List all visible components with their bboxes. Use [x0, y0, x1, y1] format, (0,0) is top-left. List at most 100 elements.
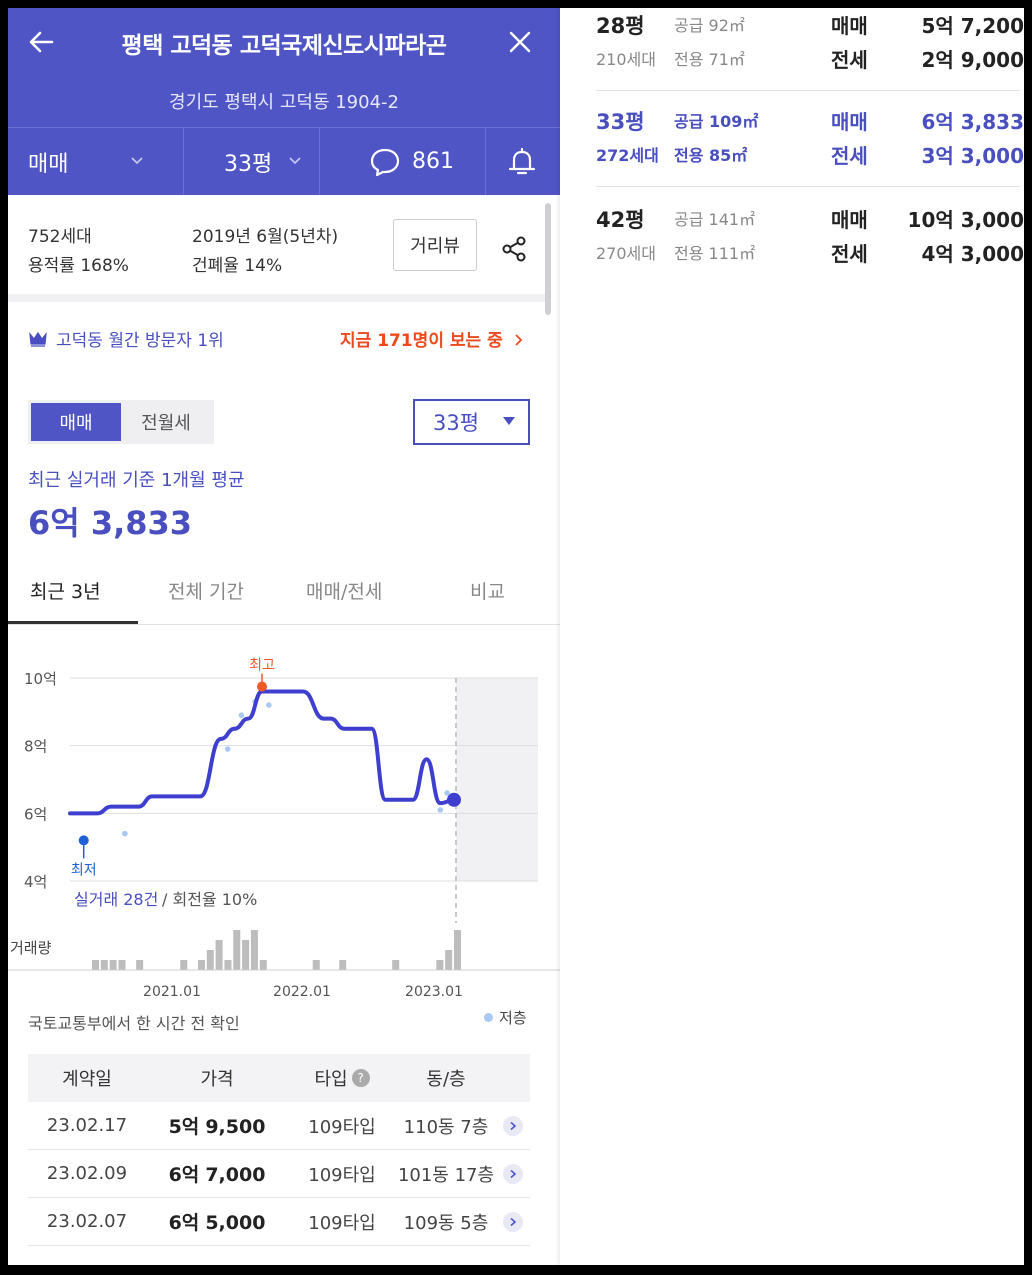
chevron-right-icon — [515, 334, 522, 346]
trade-point — [224, 746, 231, 752]
y-tick-label: 4억 — [24, 873, 47, 891]
unit-jeonse-price: 4억 3,000 — [921, 242, 1024, 266]
section-divider — [8, 294, 548, 302]
tab-all-period[interactable]: 전체 기간 — [168, 577, 244, 604]
unit-sale-price: 6억 3,833 — [921, 110, 1024, 134]
address: 경기도 평택시 고덕동 1904-2 — [169, 92, 399, 113]
comment-count: 861 — [412, 149, 454, 174]
price-chart-svg: 10억 8억 6억 4억 최고최저실거래 28건 / 회전율 10% 거래량 2021.01 2… — [8, 658, 560, 1000]
unit-households: 270세대 — [596, 244, 656, 263]
table-row[interactable]: 23.02.09 6억 7,000 109타입 101동 17층 — [28, 1150, 530, 1198]
unit-pyeong: 33평 — [596, 110, 645, 134]
unit-exclusive-area: 전용 71㎡ — [674, 50, 745, 69]
chevron-right-icon[interactable] — [503, 1211, 523, 1232]
back-arrow-icon[interactable] — [24, 24, 60, 60]
visitor-rank: 고덕동 월간 방문자 1위 — [28, 326, 224, 351]
tab-compare[interactable]: 비교 — [470, 577, 505, 604]
unit-jeonse-price: 3억 3,000 — [921, 144, 1024, 168]
row-price-man: 7,000 — [205, 1164, 266, 1186]
unit-pyeong: 28평 — [596, 14, 645, 38]
unit-item-28평[interactable]: 28평 210세대 공급 92㎡ 전용 71㎡ 매매 전세 5억 7,200 2억 9,000 — [596, 8, 1024, 98]
volume-bar — [339, 960, 347, 970]
x-tick-label: 2021.01 — [143, 984, 201, 1000]
trade-point — [437, 807, 444, 813]
volume-bar — [215, 940, 223, 970]
divider — [596, 90, 1020, 91]
header-type-label: 타입 — [314, 1069, 348, 1090]
current-point — [447, 792, 461, 807]
speech-bubble-icon — [370, 148, 400, 176]
unit-households: 210세대 — [596, 50, 656, 69]
unit-sale-label: 매매 — [831, 208, 868, 232]
help-icon[interactable]: ? — [351, 1069, 370, 1087]
viewing-now-link[interactable]: 지금 171명이 보는 중 — [340, 326, 525, 351]
row-date: 23.02.09 — [46, 1163, 128, 1184]
unit-exclusive-area: 전용 111㎡ — [674, 244, 756, 263]
legend-low-floor-label: 저층 — [499, 1009, 527, 1027]
volume-bar — [250, 930, 258, 970]
caret-down-icon — [503, 417, 515, 425]
volume-bar — [233, 930, 241, 970]
table-row[interactable]: 23.02.07 6억 5,000 109타입 109동 5층 — [28, 1198, 530, 1246]
trade-point — [238, 712, 245, 719]
volume-bar — [445, 950, 453, 970]
tab-sale-jeonse[interactable]: 매매/전세 — [306, 577, 382, 604]
turnover-rate: / 회전율 10% — [162, 890, 257, 909]
unit-jeonse-price: 2억 9,000 — [921, 48, 1024, 72]
row-arrow-cell — [496, 1163, 530, 1184]
header-price: 가격 — [200, 1069, 234, 1090]
unit-item-33평[interactable]: 33평 272세대 공급 109㎡ 전용 85㎡ 매매 전세 6억 3,833 3억 3,00… — [596, 104, 1024, 194]
visitor-rank-label: 고덕동 월간 방문자 1위 — [56, 331, 224, 351]
table-row[interactable]: 23.02.17 5억 9,500 109타입 110동 7층 — [28, 1102, 530, 1150]
volume-label: 거래량 — [10, 939, 52, 957]
active-tab-indicator — [8, 621, 138, 624]
chevron-right-icon[interactable] — [503, 1115, 523, 1136]
row-price: 6억 7,000 — [146, 1160, 288, 1187]
row-unit: 101동 17층 — [397, 1164, 495, 1186]
row-type: 109타입 — [308, 1116, 376, 1138]
low-label: 최저 — [71, 862, 97, 878]
price-chart: 10억 8억 6억 4억 최고 최저 실거래 28건 / 회전율 10% 거래량 2021.01 2… — [8, 633, 560, 1023]
size-select[interactable]: 33평 — [413, 399, 530, 445]
volume-bar — [454, 930, 461, 970]
row-price-eok: 5억 — [168, 1116, 200, 1138]
high-label: 최고 — [249, 658, 275, 674]
trade-point — [122, 830, 128, 837]
unit-supply-area: 공급 141㎡ — [674, 210, 756, 229]
unit-sale-price: 5억 7,200 — [921, 14, 1024, 38]
y-tick-label: 10억 — [24, 670, 57, 688]
volume-bar — [242, 940, 250, 970]
volume-bar — [206, 950, 214, 970]
street-view-button[interactable]: 거리뷰 — [393, 219, 477, 271]
trade-type-dropdown[interactable]: 매매 — [8, 128, 184, 195]
comments-button[interactable]: 861 — [320, 128, 486, 195]
volume-bar — [180, 960, 188, 970]
tab-recent-3y[interactable]: 최근 3년 — [30, 577, 101, 604]
period-tabs: 최근 3년 전체 기간 매매/전세 비교 — [8, 563, 560, 625]
scrollbar[interactable] — [545, 203, 551, 315]
row-price: 6억 5,000 — [146, 1208, 288, 1235]
bell-icon — [508, 147, 536, 174]
unit-sale-price: 10억 3,000 — [907, 208, 1024, 232]
building-coverage-ratio: 건폐율 14% — [192, 256, 283, 276]
legend-low-floor: 저층 — [484, 1007, 527, 1028]
chevron-right-icon[interactable] — [503, 1163, 523, 1184]
row-price: 5억 9,500 — [146, 1112, 288, 1139]
size-dropdown[interactable]: 33평 — [184, 128, 320, 195]
share-icon[interactable] — [498, 233, 530, 265]
data-source-note: 국토교통부에서 한 시간 전 확인 — [28, 1014, 240, 1033]
notification-button[interactable] — [486, 128, 560, 195]
future-shade — [456, 678, 538, 881]
toggle-rent[interactable]: 전월세 — [121, 403, 211, 441]
high-marker-dot — [257, 681, 267, 692]
unit-pyeong: 42평 — [596, 208, 645, 232]
header-date: 계약일 — [62, 1069, 112, 1090]
unit-item-42평[interactable]: 42평 270세대 공급 141㎡ 전용 111㎡ 매매 전세 10억 3,000 4억 3,… — [596, 202, 1024, 292]
toggle-sale[interactable]: 매매 — [31, 403, 121, 441]
header: 평택 고덕동 고덕국제신도시파라곤 경기도 평택시 고덕동 1904-2 매매 … — [8, 8, 560, 195]
size-select-label: 33평 — [433, 411, 480, 435]
households: 752세대 — [28, 227, 92, 247]
trade-count: 실거래 28건 — [74, 890, 158, 909]
volume-bar — [136, 960, 144, 970]
close-icon[interactable] — [502, 24, 538, 60]
